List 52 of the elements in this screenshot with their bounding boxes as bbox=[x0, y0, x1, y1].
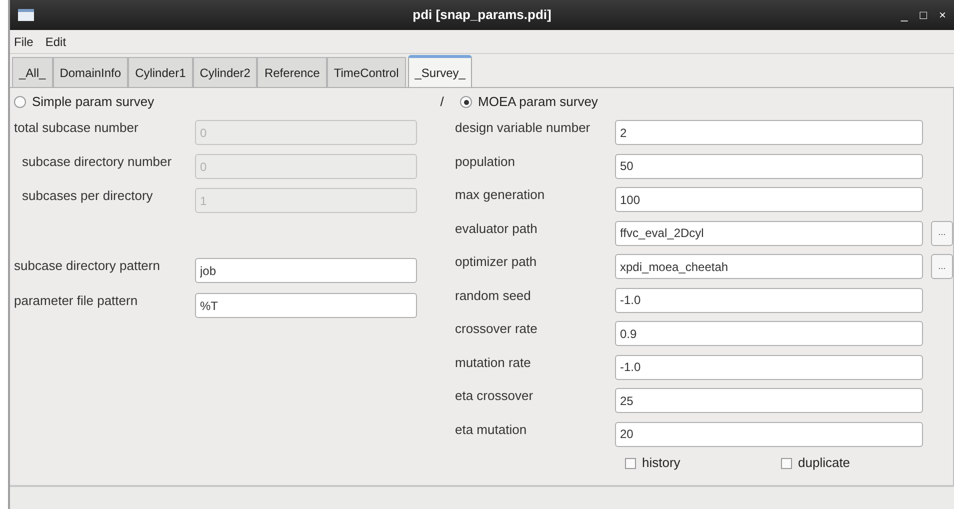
input-field[interactable]: 0.9 bbox=[615, 321, 923, 346]
field-label: parameter file pattern bbox=[14, 292, 139, 310]
tab[interactable]: _All_ bbox=[12, 57, 53, 87]
checkbox-label: duplicate bbox=[798, 454, 850, 472]
window-control-button[interactable]: _ bbox=[901, 6, 908, 24]
tab[interactable]: Cylinder2 bbox=[192, 57, 258, 87]
field-label: subcases per directory bbox=[21, 187, 154, 205]
checkbox-label: history bbox=[642, 454, 680, 472]
menu-item[interactable]: Edit bbox=[45, 32, 66, 50]
field-label: random seed bbox=[455, 286, 532, 304]
browse-button[interactable]: ... bbox=[931, 254, 953, 279]
browse-button[interactable]: ... bbox=[931, 220, 953, 246]
input-field[interactable]: %T bbox=[195, 293, 417, 318]
tab[interactable]: Cylinder1 bbox=[128, 57, 193, 87]
checkbox[interactable] bbox=[625, 458, 636, 468]
field-label: population bbox=[455, 152, 516, 171]
input-field[interactable]: 2 bbox=[615, 120, 923, 145]
input-field[interactable]: job bbox=[195, 258, 417, 283]
field-label: eta mutation bbox=[455, 420, 528, 438]
radio-label: Simple param survey bbox=[32, 93, 154, 112]
separator-text: / bbox=[439, 93, 445, 112]
input-field[interactable]: xpdi_moea_cheetah bbox=[615, 254, 923, 279]
input-field[interactable]: -1.0 bbox=[615, 288, 923, 312]
input-field[interactable]: ffvc_eval_2Dcyl bbox=[615, 220, 923, 246]
checkbox[interactable] bbox=[781, 458, 792, 468]
input-field[interactable]: -1.0 bbox=[615, 354, 923, 380]
radio-button[interactable] bbox=[460, 96, 472, 108]
window-control-button[interactable]: × bbox=[938, 6, 946, 24]
window-title: pdi [snap_params.pdi] bbox=[412, 6, 552, 24]
radio-label: MOEA param survey bbox=[478, 93, 598, 112]
input-field[interactable]: 20 bbox=[615, 422, 923, 446]
field-label: optimizer path bbox=[455, 253, 538, 271]
menu-item[interactable]: File bbox=[14, 32, 34, 50]
input-field[interactable]: 100 bbox=[615, 187, 923, 212]
radio-button[interactable] bbox=[14, 96, 26, 108]
input-field[interactable]: 50 bbox=[615, 154, 923, 178]
field-label: eta crossover bbox=[455, 387, 534, 405]
field-label: total subcase number bbox=[14, 119, 140, 137]
tab[interactable]: _Survey_ bbox=[408, 55, 472, 87]
field-label: evaluator path bbox=[455, 220, 538, 238]
field-label: max generation bbox=[455, 186, 546, 204]
tab[interactable]: TimeControl bbox=[326, 57, 406, 87]
field-label: design variable number bbox=[455, 119, 592, 137]
window-icon bbox=[18, 9, 34, 21]
field-label: subcase directory number bbox=[21, 153, 173, 171]
tab[interactable]: Reference bbox=[257, 57, 327, 87]
field-label: crossover rate bbox=[455, 320, 538, 338]
input-field[interactable]: 25 bbox=[615, 388, 923, 413]
tab[interactable]: DomainInfo bbox=[52, 57, 128, 87]
window-control-button[interactable]: □ bbox=[920, 6, 927, 24]
field-label: subcase directory pattern bbox=[14, 257, 161, 275]
field-label: mutation rate bbox=[455, 354, 532, 372]
